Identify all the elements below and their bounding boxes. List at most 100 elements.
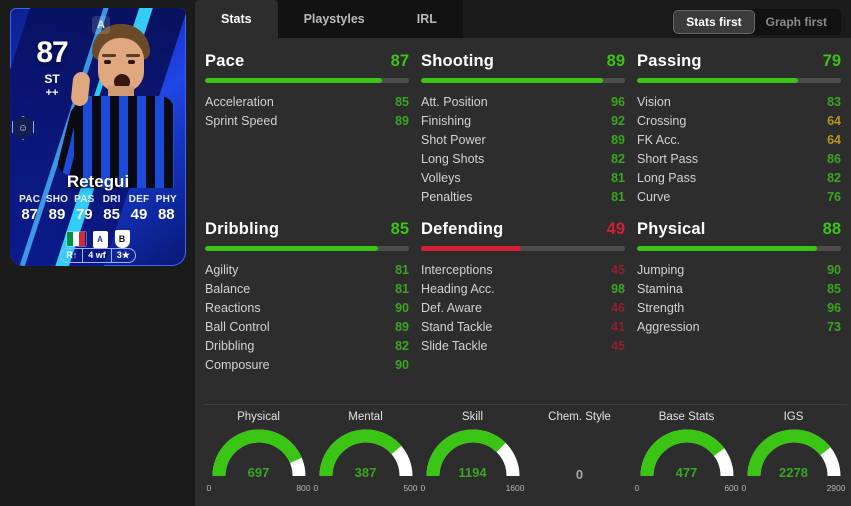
card-player-name: Retegui bbox=[66, 172, 130, 191]
stat-value: 96 bbox=[827, 300, 841, 315]
stat-row: Long Shots 82 bbox=[421, 149, 625, 168]
stat-row: Att. Position 96 bbox=[421, 92, 625, 111]
stat-group-value: 79 bbox=[822, 52, 841, 70]
gauge-scale: 0 600 bbox=[635, 483, 739, 493]
gauge-max: 2900 bbox=[826, 483, 846, 493]
stat-group-header: Defending 49 bbox=[421, 220, 625, 239]
stat-row: Def. Aware 46 bbox=[421, 298, 625, 317]
stat-row: Stand Tackle 41 bbox=[421, 317, 625, 336]
card-attribute: DRI 85 bbox=[98, 194, 125, 223]
stat-row: Ball Control 89 bbox=[205, 317, 409, 336]
weak-foot-preferred: R↑ bbox=[66, 250, 78, 260]
gauge-mental: Mental 387 0 500 bbox=[312, 411, 419, 493]
stat-label: Stamina bbox=[637, 281, 683, 296]
stat-label: Long Shots bbox=[421, 151, 485, 166]
gauge-max: 500 bbox=[403, 483, 418, 493]
view-order-toggle[interactable]: Stats first Graph first bbox=[672, 9, 841, 35]
stat-row: Agility 81 bbox=[205, 260, 409, 279]
attribute-value: 87 bbox=[21, 206, 38, 223]
stat-rows: Agility 81 Balance 81 Reactions 90 Ball Contro… bbox=[205, 260, 409, 374]
stat-group-header: Dribbling 85 bbox=[205, 220, 409, 239]
gauge-value: 477 bbox=[675, 465, 698, 480]
weak-foot-rating: 4 wf bbox=[82, 249, 111, 262]
attribute-key: PAS bbox=[74, 194, 95, 205]
stat-label: Def. Aware bbox=[421, 300, 482, 315]
stat-group-defending: Defending 49 Interceptions 45 Heading Acc. 98… bbox=[421, 216, 625, 384]
tab-stats[interactable]: Stats bbox=[195, 0, 278, 38]
gauge-arc: 387 bbox=[314, 426, 418, 482]
stat-row: Stamina 85 bbox=[637, 279, 841, 298]
stat-group-name: Physical bbox=[637, 220, 706, 238]
gauge-max: 1600 bbox=[505, 483, 525, 493]
card-skill-pills: R↑ 4 wf 3★ bbox=[10, 248, 186, 263]
card-attribute: PHY 88 bbox=[153, 194, 180, 223]
stat-group-name: Shooting bbox=[421, 52, 495, 70]
stat-label: Slide Tackle bbox=[421, 338, 488, 353]
stat-group-bar bbox=[637, 78, 841, 83]
tab-irl[interactable]: IRL bbox=[390, 0, 463, 38]
stat-row: Slide Tackle 45 bbox=[421, 336, 625, 355]
stat-row: Composure 90 bbox=[205, 355, 409, 374]
gauge-min: 0 bbox=[420, 483, 426, 493]
gauge-min: 0 bbox=[313, 483, 319, 493]
stat-value: 90 bbox=[395, 300, 409, 315]
tab-bar: Stats Playstyles IRL bbox=[195, 0, 463, 38]
stat-value: 85 bbox=[395, 94, 409, 109]
stat-group-shooting: Shooting 89 Att. Position 96 Finishing 92 Shot… bbox=[421, 48, 625, 216]
stat-row: Heading Acc. 98 bbox=[421, 279, 625, 298]
stat-group-value: 85 bbox=[390, 220, 409, 238]
stat-row: Balance 81 bbox=[205, 279, 409, 298]
gauge-scale: 0 800 bbox=[207, 483, 311, 493]
toggle-graph-first[interactable]: Graph first bbox=[754, 11, 839, 33]
card-attribute: PAS 79 bbox=[71, 194, 98, 223]
stat-label: Shot Power bbox=[421, 132, 486, 147]
stat-label: Balance bbox=[205, 281, 251, 296]
stat-row: Crossing 64 bbox=[637, 111, 841, 130]
player-card[interactable]: A 87 ST ++ ☺ Retegui PAC 87 SHO 89 PAS 7… bbox=[10, 8, 186, 266]
stat-label: Dribbling bbox=[205, 338, 255, 353]
serie-a-icon: A bbox=[92, 16, 110, 34]
stat-label: Short Pass bbox=[637, 151, 699, 166]
gauge-arc: 697 bbox=[207, 426, 311, 482]
stat-group-name: Passing bbox=[637, 52, 702, 70]
gauge-arc: 1194 bbox=[421, 426, 525, 482]
gauge-title: Mental bbox=[348, 411, 383, 423]
stat-row: Dribbling 82 bbox=[205, 336, 409, 355]
stat-rows: Att. Position 96 Finishing 92 Shot Power 89 Lo… bbox=[421, 92, 625, 206]
stat-group-name: Defending bbox=[421, 220, 504, 238]
stat-value: 73 bbox=[827, 319, 841, 334]
stat-value: 82 bbox=[611, 151, 625, 166]
stat-row: Sprint Speed 89 bbox=[205, 111, 409, 130]
summary-gauges: Physical 697 0 800 Mental 387 0 500 Skill 1194 0 16… bbox=[205, 404, 847, 500]
stat-row: Penalties 81 bbox=[421, 187, 625, 206]
stat-value: 64 bbox=[827, 132, 841, 147]
stat-row: Strength 96 bbox=[637, 298, 841, 317]
stat-value: 81 bbox=[611, 170, 625, 185]
stat-label: Crossing bbox=[637, 113, 687, 128]
gauge-value: 387 bbox=[354, 465, 377, 480]
stat-value: 64 bbox=[827, 113, 841, 128]
stat-group-passing: Passing 79 Vision 83 Crossing 64 FK Acc. 64 Shor… bbox=[637, 48, 841, 216]
stat-label: Agility bbox=[205, 262, 239, 277]
stat-value: 98 bbox=[611, 281, 625, 296]
stat-label: Vision bbox=[637, 94, 671, 109]
stat-label: Sprint Speed bbox=[205, 113, 278, 128]
stat-label: Strength bbox=[637, 300, 685, 315]
gauge-value: 1194 bbox=[458, 465, 487, 480]
stat-row: Aggression 73 bbox=[637, 317, 841, 336]
gauge-title: IGS bbox=[783, 411, 804, 423]
card-attributes: PAC 87 SHO 89 PAS 79 DRI 85 DEF 49 PHY 8… bbox=[16, 194, 180, 223]
tab-playstyles[interactable]: Playstyles bbox=[277, 0, 391, 38]
gauge-value: 0 bbox=[575, 467, 584, 482]
card-badges: A B bbox=[10, 230, 186, 248]
toggle-stats-first[interactable]: Stats first bbox=[674, 11, 754, 33]
stat-group-physical: Physical 88 Jumping 90 Stamina 85 Strength 96 Ag… bbox=[637, 216, 841, 384]
stat-row: Long Pass 82 bbox=[637, 168, 841, 187]
attribute-value: 88 bbox=[157, 206, 175, 223]
stat-value: 81 bbox=[395, 262, 409, 277]
gauge-scale: 0 500 bbox=[314, 483, 418, 493]
gauge-arc: 2278 bbox=[742, 426, 846, 482]
stat-row: Curve 76 bbox=[637, 187, 841, 206]
stat-value: 86 bbox=[827, 151, 841, 166]
stat-group-header: Passing 79 bbox=[637, 52, 841, 71]
